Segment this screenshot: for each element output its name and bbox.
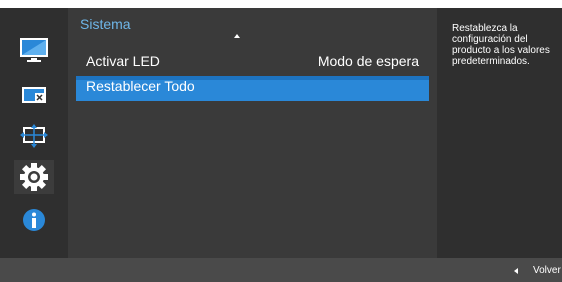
osd-menu: Sistema Activar LED Modo de espera Resta… (0, 8, 562, 282)
position-icon[interactable] (19, 121, 49, 151)
menu-title: Sistema (80, 16, 131, 32)
menu-item-restablecer-todo[interactable]: Restablecer Todo (76, 76, 429, 101)
footer-bar: Volver (0, 258, 562, 282)
menu-item-activar-led[interactable]: Activar LED Modo de espera (76, 50, 429, 72)
description-text: Restablezca la configuración del product… (452, 23, 550, 67)
menu-item-label: Activar LED (86, 53, 160, 69)
information-icon[interactable] (19, 205, 49, 235)
settings-panel: Sistema Activar LED Modo de espera Resta… (68, 8, 437, 258)
back-arrow-icon[interactable] (514, 268, 518, 274)
back-label[interactable]: Volver (533, 265, 561, 276)
settings-gear-icon[interactable] (14, 160, 54, 194)
category-sidebar (0, 8, 68, 258)
picture-icon[interactable] (19, 35, 49, 65)
menu-item-value: Modo de espera (317, 53, 419, 69)
screen-size-icon[interactable] (19, 80, 49, 110)
description-panel: Restablezca la configuración del product… (437, 8, 562, 258)
menu-item-label: Restablecer Todo (86, 78, 195, 94)
scroll-up-arrow-icon[interactable] (234, 34, 240, 38)
